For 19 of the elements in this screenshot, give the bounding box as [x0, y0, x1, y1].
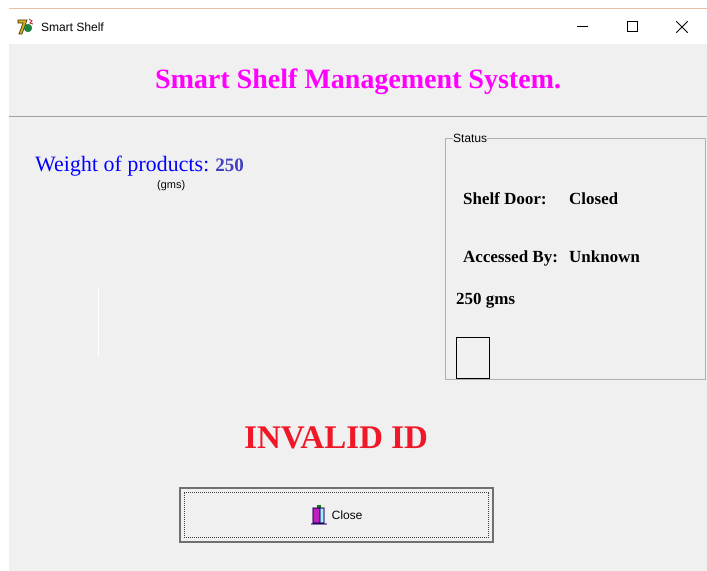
weight-value: 250	[215, 155, 244, 177]
status-value: Unknown	[569, 247, 640, 267]
image-frame	[456, 337, 490, 379]
status-value: Closed	[569, 189, 618, 209]
maximize-icon	[626, 21, 638, 32]
minimize-icon	[576, 26, 588, 27]
door-icon	[310, 505, 328, 525]
close-button[interactable]: Close	[178, 487, 494, 543]
error-message: INVALID ID	[244, 420, 428, 457]
unit-label: (gms)	[157, 179, 186, 191]
weight-reading: 250 gms	[456, 289, 516, 309]
app-heading: Smart Shelf Management System.	[155, 64, 561, 96]
weight-label: Weight of products:	[35, 151, 210, 177]
group-legend: Status	[453, 131, 488, 145]
status-label: Shelf Door:	[463, 189, 548, 209]
status-label: Accessed By:	[463, 247, 559, 267]
close-icon	[676, 20, 688, 32]
window-title: Smart Shelf	[41, 20, 105, 34]
app-icon	[17, 18, 35, 36]
